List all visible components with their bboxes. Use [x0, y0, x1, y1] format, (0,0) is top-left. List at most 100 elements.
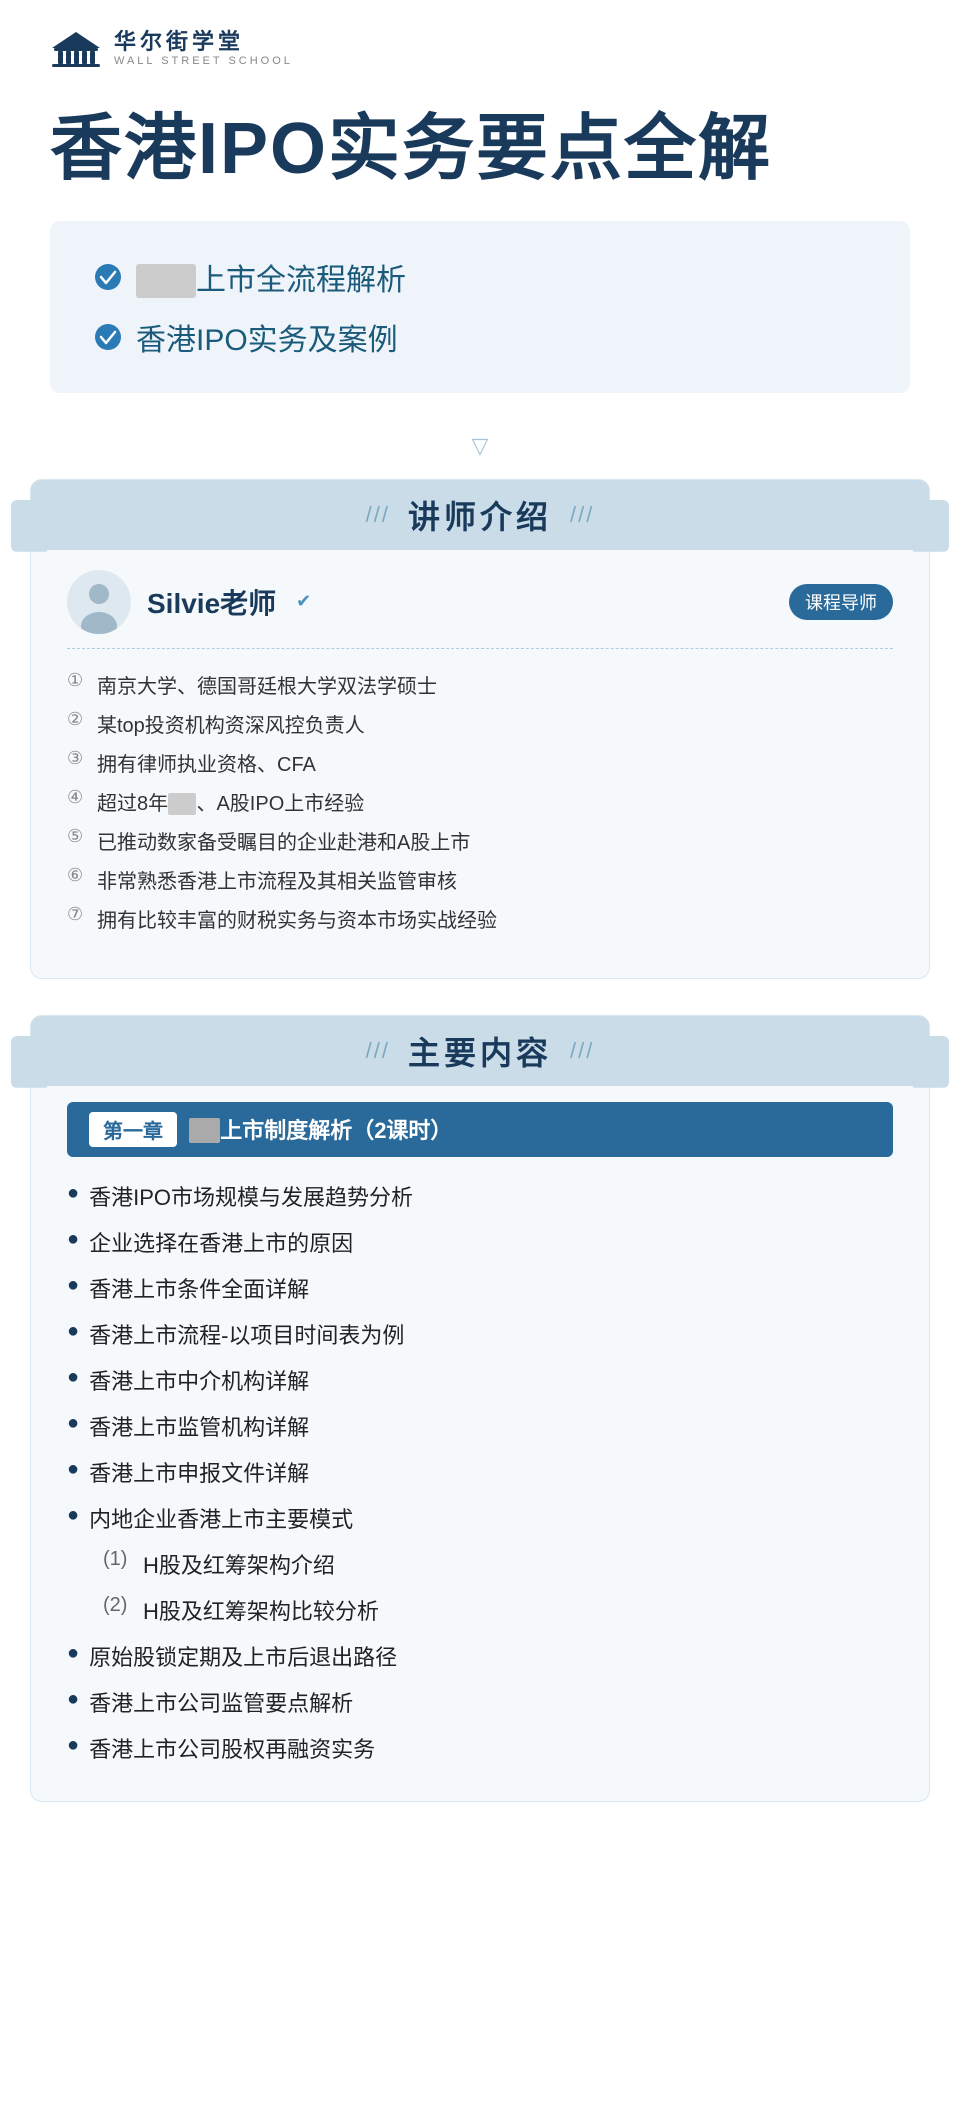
list-text-4: 香港上市流程-以项目时间表为例 — [89, 1318, 404, 1350]
list-item-7: ● 香港上市申报文件详解 — [67, 1449, 893, 1495]
banner-item-2: 香港IPO实务及案例 — [94, 315, 866, 359]
qual-item-2: ② 某top投资机构资深风控负责人 — [67, 704, 893, 743]
content-section-header: /// 主要内容 /// — [31, 1016, 929, 1086]
sub-num-2: (2) — [103, 1594, 133, 1617]
qual-text-5: 已推动数家备受瞩目的企业赴港和A股上市 — [97, 826, 470, 855]
qual-num-3: ③ — [67, 748, 89, 769]
banner-text-1: 上市全流程解析 — [136, 255, 406, 299]
instructor-section-title: 讲师介绍 — [408, 492, 552, 538]
bullet-icon-9: ● — [67, 1642, 79, 1665]
qual-item-3: ③ 拥有律师执业资格、CFA — [67, 743, 893, 782]
check-icon-2 — [94, 323, 122, 351]
qualification-list: ① 南京大学、德国哥廷根大学双法学硕士 ② 某top投资机构资深风控负责人 ③ … — [67, 665, 893, 938]
list-item-10: ● 香港上市公司监管要点解析 — [67, 1679, 893, 1725]
check-icon-1 — [94, 263, 122, 291]
list-text-9: 原始股锁定期及上市后退出路径 — [89, 1640, 397, 1672]
logo-icon — [50, 28, 102, 70]
list-item-1: ● 香港IPO市场规模与发展趋势分析 — [67, 1173, 893, 1219]
slash-deco-left-1: /// — [366, 502, 390, 528]
qual-item-1: ① 南京大学、德国哥廷根大学双法学硕士 — [67, 665, 893, 704]
content-section-card: /// 主要内容 /// 第一章 ██上市制度解析（2课时） ● 香港IPO市场… — [30, 1015, 930, 1802]
list-item-9: ● 原始股锁定期及上市后退出路径 — [67, 1633, 893, 1679]
content-section-title: 主要内容 — [408, 1028, 552, 1074]
qual-num-7: ⑦ — [67, 904, 89, 925]
instructor-name: Silvie老师 — [147, 582, 276, 622]
qual-num-2: ② — [67, 709, 89, 730]
bullet-icon-11: ● — [67, 1734, 79, 1757]
list-item-2: ● 企业选择在香港上市的原因 — [67, 1219, 893, 1265]
qual-num-4: ④ — [67, 787, 89, 808]
list-text-7: 香港上市申报文件详解 — [89, 1456, 309, 1488]
banner-text-2: 香港IPO实务及案例 — [136, 315, 398, 359]
qual-num-1: ① — [67, 670, 89, 691]
list-text-1: 香港IPO市场规模与发展趋势分析 — [89, 1180, 413, 1212]
chapter1-label: 第一章 — [89, 1112, 177, 1147]
list-text-6: 香港上市监管机构详解 — [89, 1410, 309, 1442]
bullet-icon-7: ● — [67, 1458, 79, 1481]
badge-guide: 课程导师 — [789, 584, 893, 620]
page-title: 香港IPO实务要点全解 — [50, 108, 910, 191]
bullet-icon-3: ● — [67, 1274, 79, 1297]
banner-card: 上市全流程解析 香港IPO实务及案例 — [50, 221, 910, 393]
instructor-section-card: /// 讲师介绍 /// Silvie老师 ✔ 课程导师 ① 南京大学、德国哥廷… — [30, 479, 930, 979]
list-item-8: ● 内地企业香港上市主要模式 — [67, 1495, 893, 1541]
qual-item-5: ⑤ 已推动数家备受瞩目的企业赴港和A股上市 — [67, 821, 893, 860]
list-item-5: ● 香港上市中介机构详解 — [67, 1357, 893, 1403]
sub-num-1: (1) — [103, 1548, 133, 1571]
list-item-3: ● 香港上市条件全面详解 — [67, 1265, 893, 1311]
qual-item-7: ⑦ 拥有比较丰富的财税实务与资本市场实战经验 — [67, 899, 893, 938]
down-arrow-icon: ▽ — [472, 433, 489, 458]
qual-text-1: 南京大学、德国哥廷根大学双法学硕士 — [97, 670, 437, 699]
list-item-6: ● 香港上市监管机构详解 — [67, 1403, 893, 1449]
list-text-5: 香港上市中介机构详解 — [89, 1364, 309, 1396]
content-list: ● 香港IPO市场规模与发展趋势分析 ● 企业选择在香港上市的原因 ● 香港上市… — [31, 1173, 929, 1771]
arrow-row: ▽ — [0, 423, 960, 479]
banner-item-1: 上市全流程解析 — [94, 255, 866, 299]
qual-text-4: 超过8年██、A股IPO上市经验 — [97, 787, 364, 816]
bullet-icon-8: ● — [67, 1504, 79, 1527]
slash-deco-right-1: /// — [570, 502, 594, 528]
qual-item-6: ⑥ 非常熟悉香港上市流程及其相关监管审核 — [67, 860, 893, 899]
qual-text-7: 拥有比较丰富的财税实务与资本市场实战经验 — [97, 904, 497, 933]
avatar — [67, 570, 131, 634]
list-item-sub2: (2) H股及红筹架构比较分析 — [67, 1587, 893, 1633]
chapter1-title: ██上市制度解析（2课时） — [189, 1113, 452, 1145]
sub-text-1: H股及红筹架构介绍 — [143, 1548, 335, 1580]
instructor-body: Silvie老师 ✔ 课程导师 ① 南京大学、德国哥廷根大学双法学硕士 ② 某t… — [31, 560, 929, 948]
instructor-divider — [67, 648, 893, 649]
qual-text-2: 某top投资机构资深风控负责人 — [97, 709, 365, 738]
logo-en: WALL STREET SCHOOL — [114, 56, 293, 67]
bullet-icon-5: ● — [67, 1366, 79, 1389]
list-text-3: 香港上市条件全面详解 — [89, 1272, 309, 1304]
list-text-8: 内地企业香港上市主要模式 — [89, 1502, 353, 1534]
qual-text-3: 拥有律师执业资格、CFA — [97, 748, 316, 777]
qual-num-5: ⑤ — [67, 826, 89, 847]
list-item-4: ● 香港上市流程-以项目时间表为例 — [67, 1311, 893, 1357]
instructor-section-header: /// 讲师介绍 /// — [31, 480, 929, 550]
sub-text-2: H股及红筹架构比较分析 — [143, 1594, 379, 1626]
main-title-area: 香港IPO实务要点全解 — [0, 90, 960, 221]
blurred-text-1 — [136, 264, 196, 298]
chevron-down-icon[interactable]: ✔ — [296, 591, 311, 612]
bullet-icon-10: ● — [67, 1688, 79, 1711]
list-text-10: 香港上市公司监管要点解析 — [89, 1686, 353, 1718]
list-text-2: 企业选择在香港上市的原因 — [89, 1226, 353, 1258]
instructor-header-bg: /// 讲师介绍 /// — [31, 480, 929, 550]
list-item-sub1: (1) H股及红筹架构介绍 — [67, 1541, 893, 1587]
list-item-11: ● 香港上市公司股权再融资实务 — [67, 1725, 893, 1771]
qual-text-6: 非常熟悉香港上市流程及其相关监管审核 — [97, 865, 457, 894]
slash-deco-left-2: /// — [366, 1038, 390, 1064]
logo-area: 华尔街学堂 WALL STREET SCHOOL — [0, 0, 960, 90]
avatar-person-icon — [77, 580, 121, 634]
qual-num-6: ⑥ — [67, 865, 89, 886]
instructor-row: Silvie老师 ✔ 课程导师 — [67, 570, 893, 634]
logo-cn: 华尔街学堂 — [114, 31, 293, 53]
bullet-icon-1: ● — [67, 1182, 79, 1205]
content-header-bg: /// 主要内容 /// — [31, 1016, 929, 1086]
slash-deco-right-2: /// — [570, 1038, 594, 1064]
list-text-11: 香港上市公司股权再融资实务 — [89, 1732, 375, 1764]
chapter1-header: 第一章 ██上市制度解析（2课时） — [67, 1102, 893, 1157]
qual-item-4: ④ 超过8年██、A股IPO上市经验 — [67, 782, 893, 821]
bullet-icon-4: ● — [67, 1320, 79, 1343]
logo-text-block: 华尔街学堂 WALL STREET SCHOOL — [114, 31, 293, 67]
